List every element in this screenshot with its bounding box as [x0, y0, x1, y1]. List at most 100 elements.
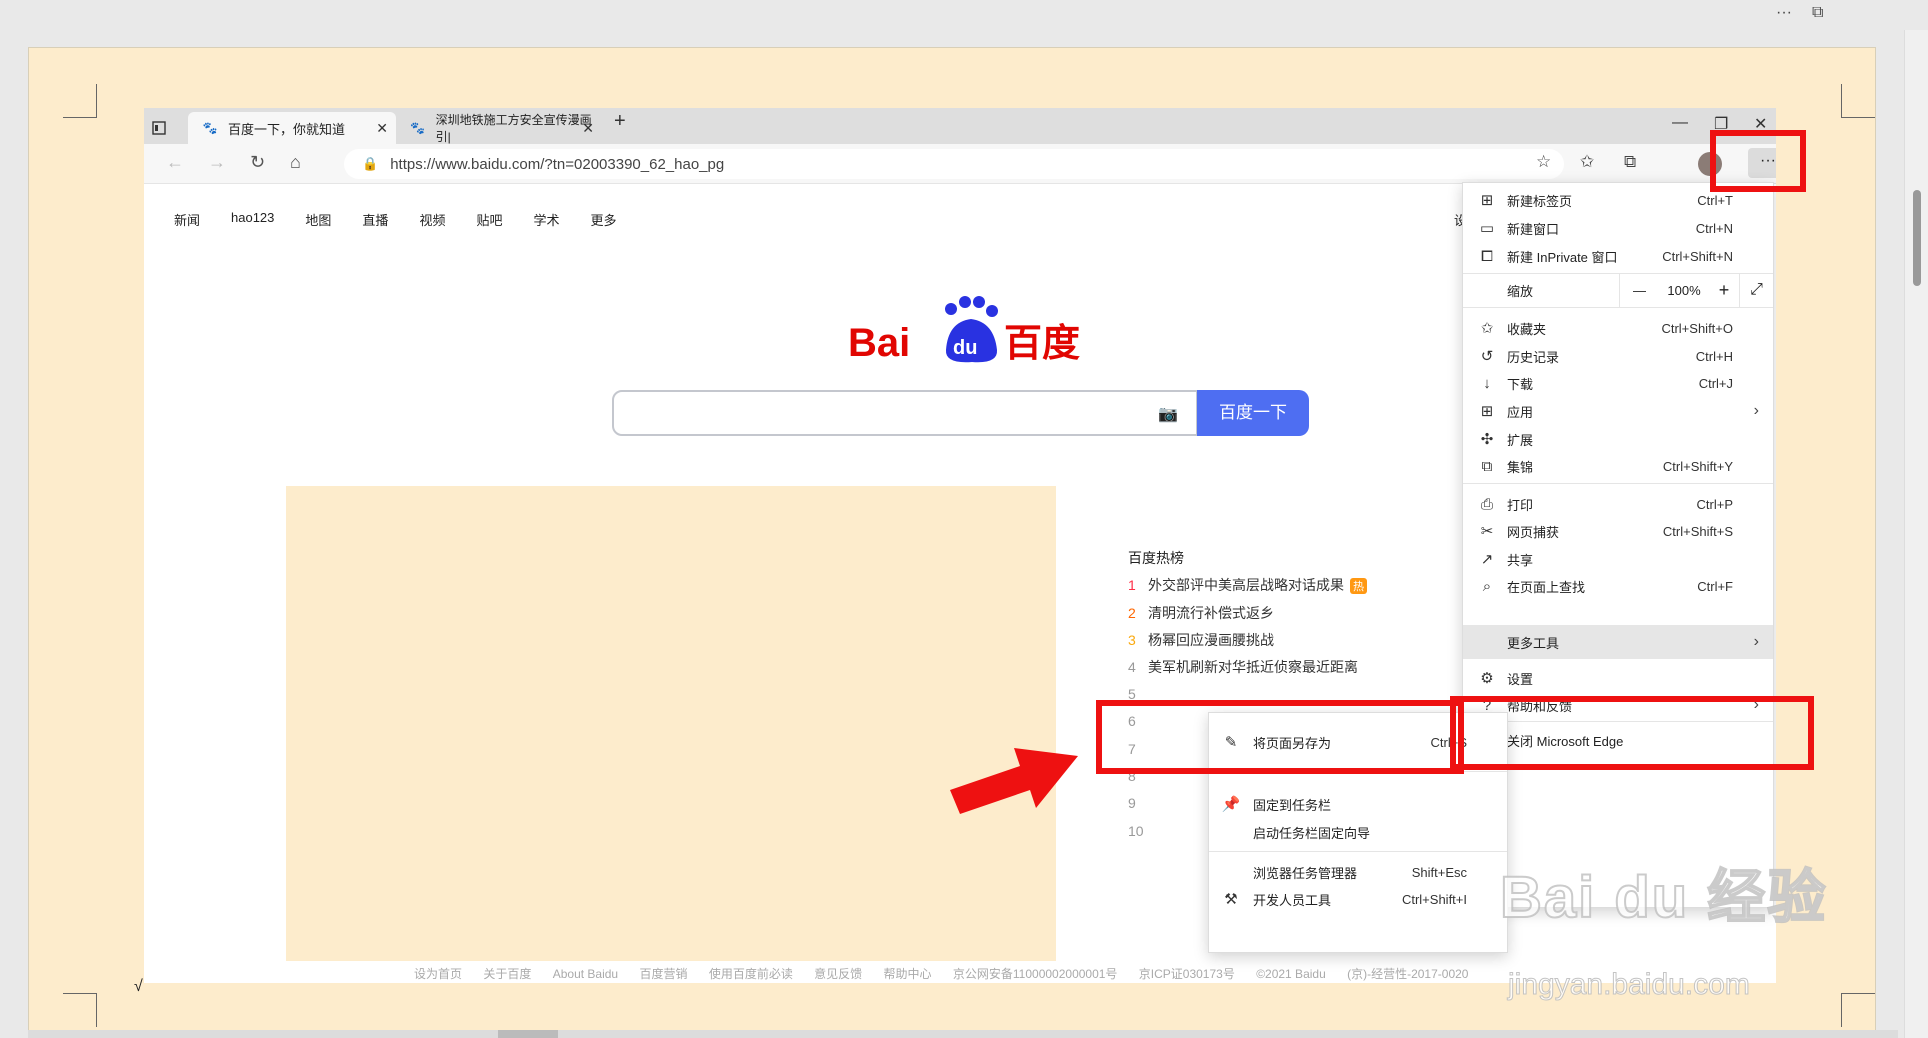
hot-item[interactable]: 10	[1128, 823, 1148, 839]
rank-number: 3	[1128, 632, 1136, 648]
crop-mark-top-right	[1841, 84, 1875, 118]
nav-link[interactable]: 更多	[590, 210, 616, 229]
hot-item[interactable]: 9	[1128, 795, 1148, 811]
baidu-footer: 设为首页 关于百度 About Baidu 百度营销 使用百度前必读 意见反馈 …	[414, 965, 1486, 982]
baidu-search: 📷 百度一下	[612, 390, 1309, 436]
menu-label: 打印	[1507, 497, 1534, 513]
scrollbar-thumb[interactable]	[1913, 190, 1921, 286]
hot-item-text: 外交部评中美高层战略对话成果	[1148, 577, 1344, 593]
menu-label: 在页面上查找	[1507, 579, 1586, 595]
crop-mark-bottom-right	[1841, 993, 1875, 1027]
nav-link[interactable]: 直播	[362, 210, 388, 229]
address-bar[interactable]: 🔒 https://www.baidu.com/?tn=02003390_62_…	[344, 149, 1564, 179]
hot-item[interactable]: 4 美军机刷新对华抵近侦察最近距离	[1128, 657, 1358, 677]
menu-label: 新建标签页	[1507, 193, 1573, 209]
apps-icon: ⊞	[1480, 403, 1494, 420]
footer-link[interactable]: 京公网安备11000002000001号	[953, 967, 1118, 981]
tab-baidu[interactable]: 🐾 百度一下，你就知道 ✕	[188, 112, 396, 144]
nav-link[interactable]: hao123	[231, 210, 274, 229]
chevron-right-icon: ›	[1753, 402, 1759, 419]
page-favicon-icon: 🐾	[410, 121, 426, 135]
pin-icon: 📌	[1221, 796, 1241, 813]
footer-link[interactable]: 京ICP证030173号	[1139, 967, 1235, 981]
minimize-button[interactable]: —	[1672, 114, 1688, 132]
scrollbar-thumb[interactable]	[498, 1030, 558, 1038]
submenu-item-devtools[interactable]: ⚒ 开发人员工具 Ctrl+Shift+I	[1209, 882, 1507, 916]
add-favorite-icon[interactable]: ☆	[1536, 152, 1551, 172]
footer-link[interactable]: (京)-经营性-2017-0020	[1347, 967, 1468, 981]
home-icon[interactable]: ⌂	[290, 152, 301, 173]
tab-actions-icon[interactable]	[152, 112, 178, 144]
nav-link[interactable]: 视频	[419, 210, 445, 229]
menu-label: 收藏夹	[1507, 321, 1547, 337]
refresh-icon[interactable]: ↻	[250, 152, 265, 173]
nav-link[interactable]: 学术	[533, 210, 559, 229]
menu-label: 扩展	[1507, 432, 1534, 448]
search-input[interactable]: 📷	[612, 390, 1198, 436]
rank-number: 10	[1128, 823, 1144, 839]
footer-link[interactable]: 关于百度	[483, 967, 531, 981]
new-tab-button[interactable]: +	[614, 110, 626, 133]
more-options-icon[interactable]: ···	[1776, 4, 1792, 22]
menu-shortcut: Ctrl+J	[1698, 375, 1733, 391]
new-tab-icon: ⊞	[1480, 192, 1494, 209]
rank-number: 1	[1128, 577, 1136, 593]
hot-tag-badge: 热	[1350, 578, 1367, 594]
footer-link[interactable]: 帮助中心	[884, 967, 932, 981]
svg-text:百度: 百度	[1004, 321, 1080, 365]
footer-link[interactable]: 意见反馈	[814, 967, 862, 981]
find-icon: ⌕	[1482, 577, 1492, 595]
tab-shenzhen[interactable]: 🐾 深圳地铁施工方安全宣传漫画引| ✕	[396, 112, 602, 144]
watermark-url: jingyan.baidu.com	[1508, 968, 1751, 1002]
menu-shortcut: Ctrl+Shift+Y	[1662, 458, 1733, 474]
fullscreen-icon[interactable]: ⤢	[1739, 273, 1773, 307]
hot-item[interactable]: 3 杨幂回应漫画腰挑战	[1128, 630, 1274, 650]
nav-link[interactable]: 新闻	[174, 210, 200, 229]
address-toolbar: ← → ↻ ⌂ 🔒 https://www.baidu.com/?tn=0200…	[144, 144, 1776, 184]
forward-icon[interactable]: →	[208, 152, 226, 173]
menu-item-find[interactable]: ⌕ 在页面上查找 Ctrl+F	[1463, 569, 1773, 603]
extensions-icon: ✣	[1480, 431, 1494, 448]
rank-number: 4	[1128, 659, 1136, 675]
menu-label: 集锦	[1507, 459, 1534, 475]
tab-bar: 🐾 百度一下，你就知道 ✕ 🐾 深圳地铁施工方安全宣传漫画引| ✕ + — ❐ …	[144, 108, 1776, 144]
menu-label: 历史记录	[1507, 349, 1560, 365]
tab-close-icon[interactable]: ✕	[376, 120, 388, 137]
menu-item-more-tools[interactable]: 更多工具 ›	[1463, 625, 1773, 659]
camera-icon[interactable]: 📷	[1158, 404, 1178, 424]
hot-item-text: 美军机刷新对华抵近侦察最近距离	[1148, 659, 1358, 675]
hot-item[interactable]: 1 外交部评中美高层战略对话成果热	[1128, 575, 1367, 595]
favorites-icon: ✩	[1480, 320, 1494, 337]
url-text: https://www.baidu.com/?tn=02003390_62_ha…	[390, 155, 725, 173]
submenu-item-pin-wizard[interactable]: 启动任务栏固定向导	[1209, 815, 1507, 849]
zoom-out-button[interactable]: —	[1619, 273, 1659, 307]
footer-link[interactable]: 百度营销	[639, 967, 687, 981]
lock-icon[interactable]: 🔒	[362, 156, 378, 172]
menu-item-collections[interactable]: ⧉ 集锦 Ctrl+Shift+Y	[1463, 449, 1773, 483]
horizontal-scrollbar[interactable]	[28, 1030, 1898, 1038]
footer-link[interactable]: 使用百度前必读	[709, 967, 793, 981]
devtools-icon: ⚒	[1224, 891, 1238, 908]
favorites-icon[interactable]: ✩	[1580, 152, 1594, 172]
menu-label: 开发人员工具	[1253, 892, 1332, 908]
footer-link[interactable]: 设为首页	[414, 967, 462, 981]
back-icon[interactable]: ←	[166, 152, 184, 173]
menu-shortcut: Ctrl+Shift+O	[1661, 320, 1733, 336]
baidu-paw-icon: 🐾	[202, 121, 218, 135]
collections-icon[interactable]: ⧉	[1624, 152, 1636, 172]
vertical-scrollbar[interactable]	[1904, 30, 1928, 1038]
nav-link[interactable]: 地图	[305, 210, 331, 229]
menu-shortcut: Shift+Esc	[1411, 864, 1467, 880]
edge-settings-menu: ⊞ 新建标签页 Ctrl+T ▭ 新建窗口 Ctrl+N ⧠ 新建 InPrivate 窗…	[1462, 182, 1774, 908]
menu-shortcut: Ctrl+T	[1697, 192, 1733, 208]
search-button[interactable]: 百度一下	[1197, 390, 1309, 436]
zoom-in-button[interactable]: +	[1709, 273, 1739, 307]
footer-link[interactable]: About Baidu	[553, 967, 618, 981]
hot-item[interactable]: 2 清明流行补偿式返乡	[1128, 603, 1274, 623]
menu-item-inprivate[interactable]: ⧠ 新建 InPrivate 窗口 Ctrl+Shift+N	[1463, 239, 1773, 273]
checkmark-glyph: √	[134, 978, 143, 995]
menu-shortcut: Ctrl+Shift+I	[1401, 891, 1467, 907]
nav-link[interactable]: 贴吧	[476, 210, 502, 229]
tab-close-icon[interactable]: ✕	[582, 120, 594, 137]
restore-window-icon[interactable]: ⧉	[1812, 4, 1823, 22]
